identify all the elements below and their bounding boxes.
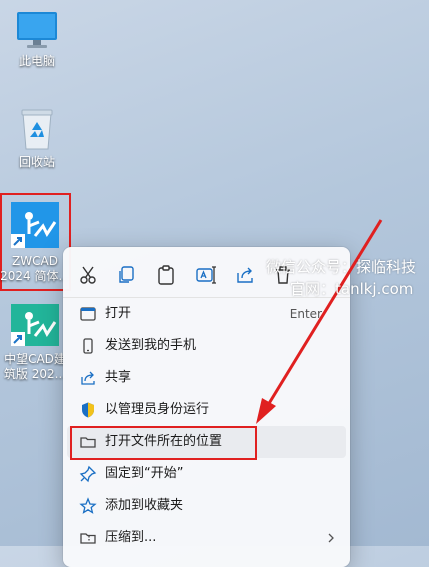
watermark-wechat: 微信公众号：探临科技: [266, 258, 417, 276]
menu-item-pin-to-start[interactable]: 固定到“开始”: [67, 458, 346, 490]
menu-item-send-to-phone[interactable]: 发送到我的手机: [67, 330, 346, 362]
chevron-right-icon: [326, 529, 336, 547]
menu-item-label: 打开: [105, 306, 132, 321]
zip-icon: [79, 529, 97, 547]
monitor-icon: [17, 12, 57, 48]
menu-item-open[interactable]: 打开 Enter: [67, 298, 346, 330]
desktop-icon-label-line2: 筑版 202...: [3, 367, 67, 381]
menu-item-shortcut: Enter: [289, 307, 322, 321]
paste-icon[interactable]: [154, 263, 178, 287]
zwcad-icon: [11, 202, 59, 248]
phone-icon: [79, 337, 97, 355]
recycle-bin-icon: [21, 109, 53, 150]
desktop-icon-label-line2: 2024 简体...: [0, 269, 70, 283]
menu-item-run-as-admin[interactable]: 以管理员身份运行: [67, 394, 346, 426]
zwcad-architecture-icon: [11, 304, 59, 346]
menu-item-label: 发送到我的手机: [105, 338, 197, 353]
desktop-icon-label-line1: 中望CAD建: [4, 352, 66, 366]
share-icon[interactable]: [233, 263, 257, 287]
annotation-highlight-box: [70, 426, 257, 460]
menu-item-share[interactable]: 共享: [67, 362, 346, 394]
share-icon: [79, 369, 97, 387]
shield-icon: [79, 401, 97, 419]
desktop-icon-label: 此电脑: [18, 54, 55, 68]
desktop-icon-this-pc[interactable]: 此电脑: [2, 6, 72, 69]
desktop-icon-zwcad-2024[interactable]: ZWCAD 2024 简体...: [0, 196, 70, 284]
menu-item-label: 共享: [105, 370, 132, 385]
watermark-website: 官网：tanlkj.com: [290, 280, 414, 298]
star-icon: [79, 497, 97, 515]
menu-item-label: 添加到收藏夹: [105, 498, 184, 513]
desktop-icon-zwcad-architecture[interactable]: 中望CAD建 筑版 202...: [0, 300, 70, 382]
menu-item-label: 压缩到...: [105, 530, 157, 545]
menu-item-label: 固定到“开始”: [105, 466, 184, 481]
desktop-icon-label: 回收站: [18, 155, 55, 169]
menu-item-label: 以管理员身份运行: [105, 402, 210, 417]
pin-icon: [79, 465, 97, 483]
copy-icon[interactable]: [114, 263, 138, 287]
menu-item-add-to-favorites[interactable]: 添加到收藏夹: [67, 490, 346, 522]
desktop-icon-recycle-bin[interactable]: 回收站: [2, 105, 72, 170]
rename-icon[interactable]: [194, 263, 218, 287]
app-icon: [79, 305, 97, 323]
desktop-icon-label-line1: ZWCAD: [12, 254, 58, 268]
menu-item-compress-to[interactable]: 压缩到...: [67, 522, 346, 554]
cut-icon[interactable]: [76, 263, 100, 287]
